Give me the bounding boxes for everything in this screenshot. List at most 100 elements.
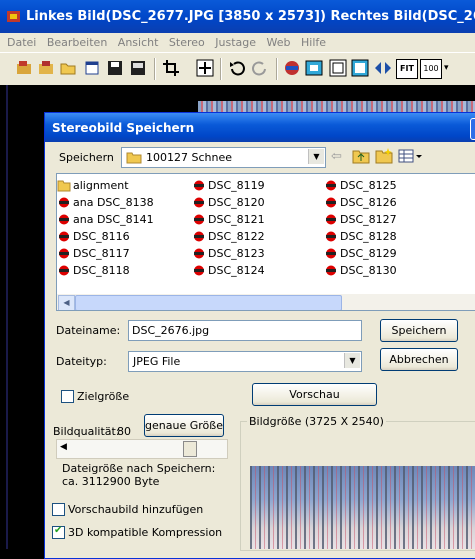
app-title: Linkes Bild(DSC_2677.JPG [3850 x 2573]) …: [26, 9, 475, 24]
stereo-file-icon: [59, 214, 69, 225]
stereo-file-icon: [326, 248, 336, 259]
menu-datei[interactable]: Datei: [7, 33, 36, 49]
image-size-label: Bildgröße (3725 X 2540): [247, 415, 386, 428]
chevron-down-icon[interactable]: ▼: [308, 149, 324, 164]
crop-icon[interactable]: [162, 59, 180, 77]
frame-icon[interactable]: [329, 59, 347, 77]
menu-justage[interactable]: Justage: [215, 33, 256, 49]
exact-size-button[interactable]: genaue Größe: [144, 414, 224, 437]
dialog-title-bar: Stereobild Speichern: [45, 113, 475, 142]
target-size-checkbox[interactable]: [61, 390, 74, 403]
menu-bearbeiten[interactable]: Bearbeiten: [47, 33, 107, 49]
fit-label-icon[interactable]: FIT: [396, 59, 418, 79]
new-window-icon[interactable]: [83, 59, 101, 77]
stereo-file-icon: [59, 231, 69, 242]
save-in-label: Speichern: [59, 151, 114, 164]
cancel-button[interactable]: Abbrechen: [380, 348, 458, 371]
stereo-file-icon: [326, 180, 336, 191]
filetype-label: Dateityp:: [56, 355, 107, 368]
save-in-combo[interactable]: 100127 Schnee ▼: [121, 147, 326, 168]
file-column-1: alignment ana DSC_8138 ana DSC_8141 DSC_…: [57, 177, 154, 279]
quality-slider[interactable]: ◀: [56, 439, 228, 459]
help-icon[interactable]: [470, 118, 475, 140]
list-item[interactable]: DSC_8116: [57, 228, 154, 245]
stereo-file-icon: [326, 265, 336, 276]
open-folder-icon[interactable]: [37, 59, 55, 77]
menu-bar: Datei Bearbeiten Ansicht Stereo Justage …: [0, 33, 475, 52]
canvas-edge: [6, 85, 8, 549]
list-item[interactable]: DSC_8120: [192, 194, 265, 211]
filetype-select[interactable]: JPEG File ▼: [128, 351, 362, 372]
file-column-2: DSC_8119 DSC_8120 DSC_8121 DSC_8122 DSC_…: [192, 177, 265, 279]
toolbar: FIT 100 ▾: [0, 52, 475, 86]
folder-icon[interactable]: [59, 59, 77, 77]
menu-ansicht[interactable]: Ansicht: [118, 33, 159, 49]
stereo-file-icon: [194, 197, 204, 208]
move-icon[interactable]: [196, 59, 214, 77]
list-item[interactable]: DSC_8123: [192, 245, 265, 262]
dropdown-icon[interactable]: ▾: [444, 59, 462, 77]
list-item[interactable]: DSC_8119: [192, 177, 265, 194]
fit-icon[interactable]: [305, 59, 323, 77]
horizontal-scrollbar[interactable]: ◀: [57, 294, 475, 310]
menu-stereo[interactable]: Stereo: [169, 33, 205, 49]
quality-label: Bildqualität:: [53, 425, 120, 438]
stereo-file-icon: [59, 197, 69, 208]
stereo-file-icon: [59, 248, 69, 259]
thumbnail-label: Vorschaubild hinzufügen: [68, 503, 204, 516]
filesize-label: Dateigröße nach Speichern:: [62, 462, 216, 475]
open-icon[interactable]: [15, 59, 33, 77]
stereo-file-icon: [326, 231, 336, 242]
stereo-file-icon: [59, 265, 69, 276]
list-item[interactable]: DSC_8124: [192, 262, 265, 279]
stereo-file-icon: [194, 180, 204, 191]
list-item[interactable]: DSC_8130: [324, 262, 397, 279]
expand-icon[interactable]: [351, 59, 369, 77]
stereo-file-icon: [194, 248, 204, 259]
save-in-value: 100127 Schnee: [146, 151, 232, 164]
save-as-icon[interactable]: [129, 59, 147, 77]
list-item[interactable]: DSC_8117: [57, 245, 154, 262]
list-item[interactable]: DSC_8118: [57, 262, 154, 279]
filetype-value: JPEG File: [133, 355, 181, 368]
save-button[interactable]: Speichern: [380, 319, 458, 342]
undo-icon[interactable]: [228, 59, 246, 77]
chevron-down-icon[interactable]: ▼: [344, 353, 360, 368]
list-item[interactable]: DSC_8122: [192, 228, 265, 245]
scrollbar-thumb[interactable]: [75, 295, 342, 310]
thumbnail-checkbox[interactable]: [52, 503, 65, 516]
preview-button[interactable]: Vorschau: [252, 383, 377, 406]
list-item[interactable]: ana DSC_8138: [57, 194, 154, 211]
zoom-100-icon[interactable]: 100: [420, 59, 442, 79]
filesize-value: ca. 3112900 Byte: [62, 475, 160, 488]
list-item[interactable]: DSC_8126: [324, 194, 397, 211]
stereo-file-icon: [194, 214, 204, 225]
stereo-file-icon: [326, 197, 336, 208]
list-item[interactable]: alignment: [57, 177, 154, 194]
up-folder-icon[interactable]: [352, 148, 370, 164]
preview-image: [250, 466, 475, 549]
scroll-left-icon[interactable]: ◀: [58, 295, 75, 310]
menu-web[interactable]: Web: [267, 33, 291, 49]
align-icon[interactable]: [374, 59, 392, 77]
stereo-icon[interactable]: [283, 59, 301, 77]
back-icon[interactable]: ⇦: [331, 149, 342, 164]
list-item[interactable]: DSC_8121: [192, 211, 265, 228]
filename-input[interactable]: DSC_2676.jpg: [128, 320, 362, 341]
list-item[interactable]: DSC_8127: [324, 211, 397, 228]
list-item[interactable]: DSC_8129: [324, 245, 397, 262]
slider-thumb[interactable]: [183, 441, 197, 457]
list-item[interactable]: DSC_8125: [324, 177, 397, 194]
compression-label: 3D kompatible Kompression: [68, 526, 223, 539]
new-folder-icon[interactable]: [375, 148, 393, 164]
list-item[interactable]: DSC_8128: [324, 228, 397, 245]
save-icon[interactable]: [106, 59, 124, 77]
view-menu-icon[interactable]: [398, 148, 424, 164]
compression-checkbox[interactable]: [52, 525, 65, 539]
menu-hilfe[interactable]: Hilfe: [301, 33, 326, 49]
stereo-file-icon: [326, 214, 336, 225]
slider-left-icon[interactable]: ◀: [60, 442, 67, 452]
list-item[interactable]: ana DSC_8141: [57, 211, 154, 228]
file-list[interactable]: alignment ana DSC_8138 ana DSC_8141 DSC_…: [56, 173, 475, 311]
app-logo-icon: [7, 11, 20, 22]
